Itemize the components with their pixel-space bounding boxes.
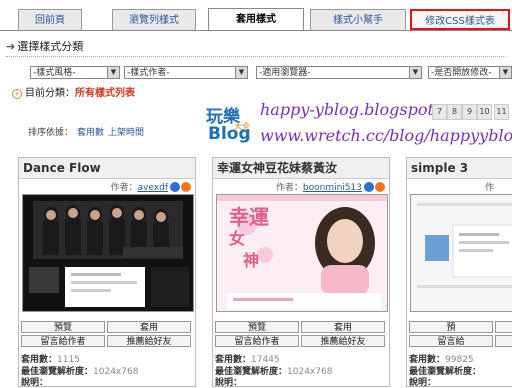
apply-button[interactable]: 套用: [301, 321, 385, 333]
divider: [6, 56, 506, 57]
desc-label: 說明：: [215, 378, 243, 388]
style-card: Dance Flow 作者：avexdf 預覽 套用 留言給作者 推薦給好友 套…: [18, 157, 196, 388]
recommend-button[interactable]: [495, 335, 512, 347]
section-title-text: 選擇樣式分類: [17, 40, 84, 53]
chevron-down-icon[interactable]: ▼: [499, 67, 511, 78]
select-value: -是否開放修改-: [431, 68, 492, 78]
recommend-button[interactable]: 推薦給好友: [301, 335, 385, 347]
chevron-down-icon[interactable]: ▼: [409, 67, 421, 78]
apply-button[interactable]: 套用: [107, 321, 191, 333]
author-label: 作: [485, 183, 495, 193]
page-link[interactable]: 11: [494, 104, 509, 120]
tab-edit-css[interactable]: 修改CSS樣式表: [410, 9, 510, 30]
style-preview-image[interactable]: 幸運 女 神: [216, 194, 388, 312]
preview-char: 女: [229, 229, 246, 248]
page-link[interactable]: 7: [432, 104, 447, 120]
select-value: -適用瀏覽器-: [259, 68, 311, 78]
tab-apply-style[interactable]: 套用樣式: [208, 8, 304, 31]
page-link[interactable]: 9: [462, 104, 477, 120]
description: 說明：: [215, 375, 242, 388]
chevron-down-icon[interactable]: ▼: [235, 67, 247, 78]
tab-style-helper[interactable]: 樣式小幫手: [310, 9, 406, 30]
ie-icon: [364, 182, 374, 192]
desc-label: 說明：: [21, 378, 49, 388]
card-author: 作者：avexdf: [111, 180, 191, 193]
simple3-preview: [411, 195, 512, 311]
card-author: 作: [485, 180, 494, 193]
firefox-icon: [181, 182, 191, 192]
style-preview-image[interactable]: [410, 194, 512, 312]
chevron-down-icon[interactable]: ▼: [107, 67, 119, 78]
current-category: + 目前分類：所有樣式列表: [12, 84, 135, 99]
logo-small: 大全: [234, 122, 250, 131]
style-card: simple 3 作 預 留言給 套用數：99825 最佳瀏覽解析度： 說明：: [406, 157, 512, 388]
select-value: -樣式作者-: [127, 68, 170, 78]
preview-button[interactable]: 預: [409, 321, 493, 333]
card-title: 幸運女神豆花妹蔡黃汝: [213, 158, 389, 179]
preview-title: 幸運 女 神: [229, 207, 269, 271]
select-value: -樣式風格-: [33, 68, 76, 78]
card-title: Dance Flow: [19, 158, 195, 179]
plus-icon: +: [12, 89, 22, 99]
message-author-button[interactable]: 留言給作者: [21, 335, 105, 347]
tab-back[interactable]: 回前頁: [18, 9, 82, 30]
desc-label: 說明：: [409, 378, 437, 388]
blog-logo: 玩樂 Blog 大全: [204, 100, 260, 146]
style-genre-select[interactable]: -樣式風格- ▼: [30, 66, 120, 79]
author-label: 作者：: [110, 183, 138, 193]
ie-icon: [170, 182, 180, 192]
sort-by-time[interactable]: 上架時間: [108, 128, 144, 138]
tab-navbar-style[interactable]: 瀏覽列樣式: [112, 9, 196, 30]
sort-bar: 排序依據： 套用數 上架時間: [28, 125, 144, 138]
author-label: 作者：: [275, 183, 303, 193]
firefox-icon: [375, 182, 385, 192]
sort-by-count[interactable]: 套用數: [77, 128, 104, 138]
arrow-icon: ➔: [6, 40, 16, 53]
preview-char: 運: [249, 205, 269, 229]
category-value[interactable]: 所有樣式列表: [75, 88, 135, 99]
preview-button[interactable]: 預覽: [21, 321, 105, 333]
sort-label: 排序依據：: [28, 128, 74, 138]
style-author-select[interactable]: -樣式作者- ▼: [124, 66, 248, 79]
browser-select[interactable]: -適用瀏覽器- ▼: [256, 66, 422, 79]
recommend-button[interactable]: 推薦給好友: [107, 335, 191, 347]
message-author-button[interactable]: 留言給作者: [215, 335, 299, 347]
author-link[interactable]: avexdf: [138, 183, 168, 193]
author-link[interactable]: boonmini513: [303, 183, 362, 193]
card-author: 作者：boonmini513: [276, 180, 385, 193]
res-value: 1024x768: [287, 367, 333, 377]
res-value: 1024x768: [93, 367, 139, 377]
card-title: simple 3: [407, 158, 512, 179]
preview-char: 幸: [229, 205, 249, 229]
message-author-button[interactable]: 留言給: [409, 335, 493, 347]
style-card: 幸運女神豆花妹蔡黃汝 作者：boonmini513 幸運 女 神 預覽 套用 留…: [212, 157, 390, 388]
description: 說明：: [409, 375, 436, 388]
category-label: 目前分類：: [25, 88, 75, 99]
apply-button[interactable]: [495, 321, 512, 333]
editable-select[interactable]: -是否開放修改- ▼: [428, 66, 512, 79]
dance-flow-preview: [23, 195, 193, 311]
preview-button[interactable]: 預覽: [215, 321, 299, 333]
preview-char: 神: [243, 251, 260, 270]
style-preview-image[interactable]: [22, 194, 194, 312]
watermark-url2: www.wretch.cc/blog/happyyblog: [260, 126, 512, 145]
section-title: ➔ 選擇樣式分類: [6, 38, 83, 54]
page-link[interactable]: 10: [477, 104, 492, 120]
tab-bar: 回前頁 瀏覽列樣式 套用樣式 樣式小幫手 修改CSS樣式表: [0, 0, 512, 34]
page-link[interactable]: 8: [447, 104, 462, 120]
description: 說明：: [21, 375, 48, 388]
tab-divider: [0, 30, 512, 31]
